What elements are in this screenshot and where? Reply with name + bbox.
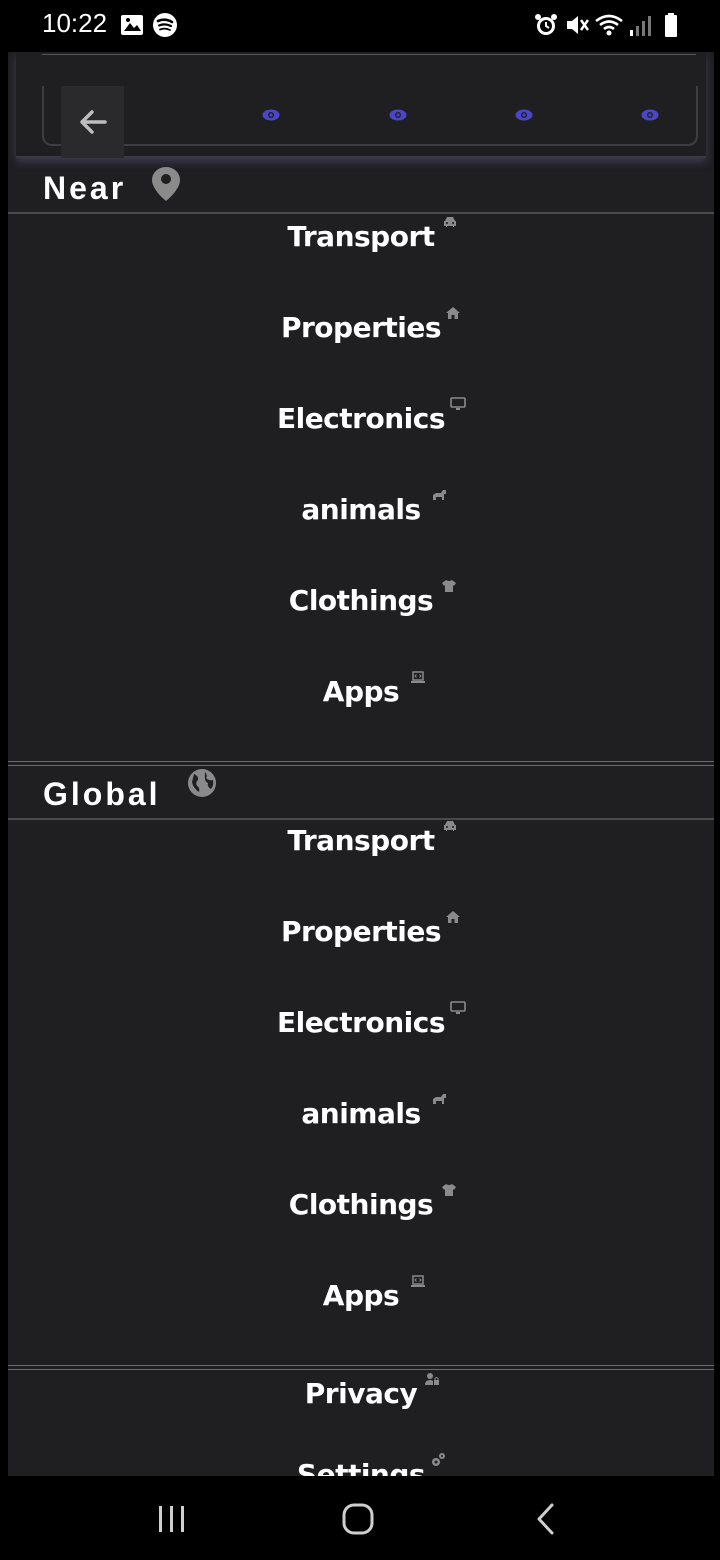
- home-button-icon[interactable]: [340, 1501, 376, 1537]
- item-label: animals: [301, 1097, 421, 1130]
- near-item-transport[interactable]: Transport: [8, 217, 714, 280]
- system-nav-bar: [0, 1476, 720, 1560]
- dog-icon: [433, 1094, 446, 1104]
- near-item-properties[interactable]: Properties: [8, 307, 714, 371]
- section-divider: [8, 1365, 714, 1370]
- car-icon: [444, 821, 456, 831]
- arrow-left-icon: [79, 110, 107, 134]
- global-item-apps[interactable]: Apps: [8, 1275, 714, 1339]
- shirt-icon: [442, 580, 456, 592]
- eye-icon[interactable]: [262, 109, 280, 121]
- gears-icon: [432, 1453, 445, 1466]
- back-button[interactable]: [61, 86, 124, 158]
- signal-icon: [630, 16, 651, 36]
- header-line: [42, 54, 696, 55]
- item-label: Privacy: [304, 1377, 418, 1410]
- desktop-icon: [450, 397, 466, 410]
- item-label: Electronics: [276, 1006, 446, 1039]
- global-title: Global: [43, 776, 161, 812]
- item-settings[interactable]: Settings: [8, 1453, 714, 1476]
- status-time: 10:22: [42, 8, 108, 38]
- item-label: Transport: [287, 220, 435, 253]
- item-label: Apps: [322, 1279, 400, 1312]
- laptop-code-icon: [411, 1275, 425, 1287]
- global-item-properties[interactable]: Properties: [8, 911, 714, 975]
- laptop-code-icon: [411, 671, 425, 683]
- item-label: Clothings: [288, 1188, 434, 1221]
- eye-icon[interactable]: [515, 109, 533, 121]
- item-label: Electronics: [276, 402, 446, 435]
- shirt-icon: [442, 1184, 456, 1196]
- item-label: Properties: [280, 915, 442, 948]
- item-label: Apps: [322, 675, 400, 708]
- item-privacy[interactable]: Privacy: [8, 1373, 714, 1437]
- header-card: [42, 86, 698, 146]
- global-item-electronics[interactable]: Electronics: [8, 1001, 714, 1066]
- near-section-header: Near: [8, 160, 714, 214]
- near-item-animals[interactable]: animals: [8, 490, 714, 553]
- car-icon: [444, 217, 456, 227]
- header-frame: [16, 52, 706, 158]
- home-icon: [446, 911, 460, 923]
- global-item-animals[interactable]: animals: [8, 1094, 714, 1157]
- home-icon: [446, 307, 460, 319]
- user-lock-icon: [425, 1373, 439, 1385]
- alarm-icon: [535, 14, 557, 35]
- near-item-electronics[interactable]: Electronics: [8, 397, 714, 462]
- navigation-drawer: Near Transport Properties Electronics an…: [8, 52, 714, 1476]
- status-bar: 10:22: [0, 0, 720, 52]
- desktop-icon: [450, 1001, 466, 1014]
- global-item-transport[interactable]: Transport: [8, 821, 714, 884]
- near-item-apps[interactable]: Apps: [8, 671, 714, 735]
- item-label: Clothings: [288, 584, 434, 617]
- dog-icon: [433, 490, 446, 500]
- eye-icon[interactable]: [641, 109, 659, 121]
- near-title: Near: [43, 170, 127, 206]
- item-label: Settings: [296, 1458, 426, 1476]
- recent-apps-icon[interactable]: [156, 1504, 188, 1534]
- mute-icon: [567, 16, 589, 34]
- eye-icon[interactable]: [389, 109, 407, 121]
- spotify-icon: [153, 13, 177, 37]
- global-item-clothings[interactable]: Clothings: [8, 1184, 714, 1248]
- global-section-header: Global: [8, 766, 714, 820]
- item-label: animals: [301, 493, 421, 526]
- location-pin-icon: [152, 167, 180, 201]
- item-label: Transport: [287, 824, 435, 857]
- item-label: Properties: [280, 311, 442, 344]
- near-item-clothings[interactable]: Clothings: [8, 580, 714, 644]
- wifi-icon: [595, 14, 623, 36]
- globe-icon: [188, 769, 216, 797]
- battery-icon: [665, 13, 677, 37]
- image-icon: [121, 15, 143, 35]
- back-nav-icon[interactable]: [534, 1502, 558, 1536]
